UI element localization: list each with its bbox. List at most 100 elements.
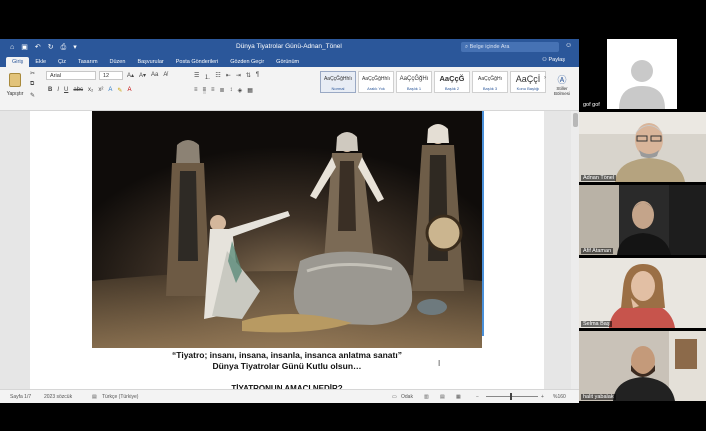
highlight-icon[interactable]: ✎ [117,87,122,94]
person-add-icon: ⚇ [542,57,547,63]
superscript-icon[interactable]: x² [98,87,103,94]
style-heading-1[interactable]: AaÇçĞğHı Başlık 1 [396,71,432,93]
web-layout-icon[interactable]: ▦ [456,394,461,400]
align-right-icon[interactable]: ≡ [211,87,215,94]
style-sample: AaÇçĞğHı [478,76,502,82]
tab-ekle[interactable]: Ekle [29,57,52,67]
grow-font-icon[interactable]: A▴ [127,72,134,79]
share-button[interactable]: ⚇ Paylaş [542,57,565,63]
justify-icon[interactable]: ≣ [220,87,225,94]
format-painter-icon[interactable]: ✎ [30,92,35,99]
chevron-right-icon[interactable]: › [544,75,546,81]
participant-video [579,331,706,401]
participant-video [579,258,706,328]
sort-icon[interactable]: ⇅ [246,72,251,81]
style-name: Başlık 2 [444,86,460,91]
print-layout-icon[interactable]: ▤ [440,394,445,400]
copy-icon[interactable]: ⧉ [30,81,35,88]
tab-giris[interactable]: Giriş [6,57,30,67]
clear-format-icon[interactable]: A̸ [163,72,167,79]
pilcrow-icon[interactable]: ¶ [256,72,259,81]
subscript-icon[interactable]: x₂ [88,87,93,94]
read-mode-icon[interactable]: ▥ [424,394,429,400]
tab-gozden-gecir[interactable]: Gözden Geçir [224,57,270,67]
participant-name: Adnan Tönel [581,175,617,181]
font-name-select[interactable]: Arial [46,71,96,80]
line-spacing-icon[interactable]: ↕ [230,87,233,94]
change-case-icon[interactable]: Aa [151,72,158,79]
styles-pane-label: Stiller Bölmesi [553,86,570,96]
underline-icon[interactable]: U [64,87,68,94]
scrollbar-thumb[interactable] [572,113,578,127]
home-icon[interactable]: ⌂ [10,44,14,51]
styles-gallery: AaÇçĞğHhIı Normal AaÇçĞğHhIı Aralık Yok … [320,71,546,93]
font-size-select[interactable]: 12 [99,71,123,80]
theatre-scene-image [92,111,482,348]
styles-pane-icon: Ⓐ [557,75,567,85]
borders-icon[interactable]: ▦ [247,87,253,94]
participant-avatar-icon [607,39,677,109]
proofing-icon[interactable]: ▤ [92,394,97,400]
document-page[interactable]: “Tiyatro; insanı, insana, insanla, insan… [30,111,544,393]
paste-button[interactable]: Yapıştır [6,73,24,97]
participant-tile[interactable]: Selma Baş [579,258,706,328]
style-name: Başlık 3 [482,86,498,91]
zoom-level[interactable]: %160 [553,394,566,400]
undo-icon[interactable]: ↶ [35,44,41,51]
document-canvas: “Tiyatro; insanı, insana, insanla, insan… [0,111,579,393]
vertical-scrollbar[interactable] [571,111,579,389]
increase-indent-icon[interactable]: ⇥ [236,72,241,81]
tab-duzen[interactable]: Düzen [104,57,132,67]
document-title: Dünya Tiyatrolar Günü-Adnan_Tönel [236,43,342,50]
tab-posta[interactable]: Posta Gönderileri [170,57,225,67]
shading-icon[interactable]: ◈ [238,87,243,94]
style-heading-2[interactable]: AaÇçĞ Başlık 2 [434,71,470,93]
align-center-icon[interactable]: ≡ [202,87,207,94]
align-left-icon[interactable]: ≡ [194,87,198,94]
multilevel-list-icon[interactable]: ☷ [215,72,220,81]
account-icon[interactable]: ☺ [565,42,572,49]
zoom-in-icon[interactable]: + [541,394,544,400]
zoom-out-icon[interactable]: − [476,394,479,400]
text-effects-icon[interactable]: A [108,87,112,94]
focus-label[interactable]: Odak [401,394,413,400]
language-status[interactable]: Türkçe (Türkiye) [102,394,138,400]
zoom-slider[interactable] [486,396,538,397]
ribbon: Yapıştır ✂ ⧉ ✎ Arial 12 A▴ A▾ Aa A̸ B I … [0,67,579,111]
font-color-icon[interactable]: A [127,87,131,94]
print-icon[interactable]: ⎙ [61,44,67,51]
search-input[interactable]: ⌕ Belge içinde Ara [461,42,559,52]
participant-tile[interactable]: gof gof [579,39,706,109]
page-count[interactable]: Sayfa 1/7 [10,394,31,400]
numbering-icon[interactable]: ⒈ [204,72,210,81]
participant-tile[interactable]: Adnan Tönel [579,112,706,182]
customize-icon[interactable]: ▾ [73,44,77,51]
participant-name: gof gof [581,102,602,108]
save-icon[interactable]: ▣ [21,44,28,51]
zoom-slider-knob[interactable] [510,393,512,400]
word-count[interactable]: 2023 sözcük [44,394,72,400]
style-normal[interactable]: AaÇçĞğHhIı Normal [320,71,356,93]
styles-pane-button[interactable]: Ⓐ Stiller Bölmesi [551,73,573,96]
decrease-indent-icon[interactable]: ⇤ [226,72,231,81]
shrink-font-icon[interactable]: A▾ [139,72,146,79]
cut-icon[interactable]: ✂ [30,70,35,77]
participant-tile[interactable]: Afif Ataman [579,185,706,255]
tab-tasarim[interactable]: Tasarım [72,57,104,67]
participant-tile[interactable]: halit yabalak [579,331,706,401]
title-bar: ⌂ ▣ ↶ ↻ ⎙ ▾ Dünya Tiyatrolar Günü-Adnan_… [0,39,579,56]
tab-basvurular[interactable]: Başvurular [131,57,169,67]
tab-gorunum[interactable]: Görünüm [270,57,305,67]
focus-icon[interactable]: ▭ [392,394,397,400]
redo-icon[interactable]: ↻ [48,44,54,51]
status-bar: Sayfa 1/7 2023 sözcük ▤ Türkçe (Türkiye)… [0,389,579,403]
strikethrough-icon[interactable]: abc [73,87,83,94]
style-heading-3[interactable]: AaÇçĞğHı Başlık 3 [472,71,508,93]
tab-ciz[interactable]: Çiz [52,57,72,67]
style-no-spacing[interactable]: AaÇçĞğHhIı Aralık Yok [358,71,394,93]
bold-icon[interactable]: B [48,87,52,94]
italic-icon[interactable]: I [57,87,59,94]
style-name: Konu Başlığı [516,86,540,91]
style-title[interactable]: AaÇçİ Konu Başlığı [510,71,546,93]
bullets-icon[interactable]: ☰ [194,72,199,81]
